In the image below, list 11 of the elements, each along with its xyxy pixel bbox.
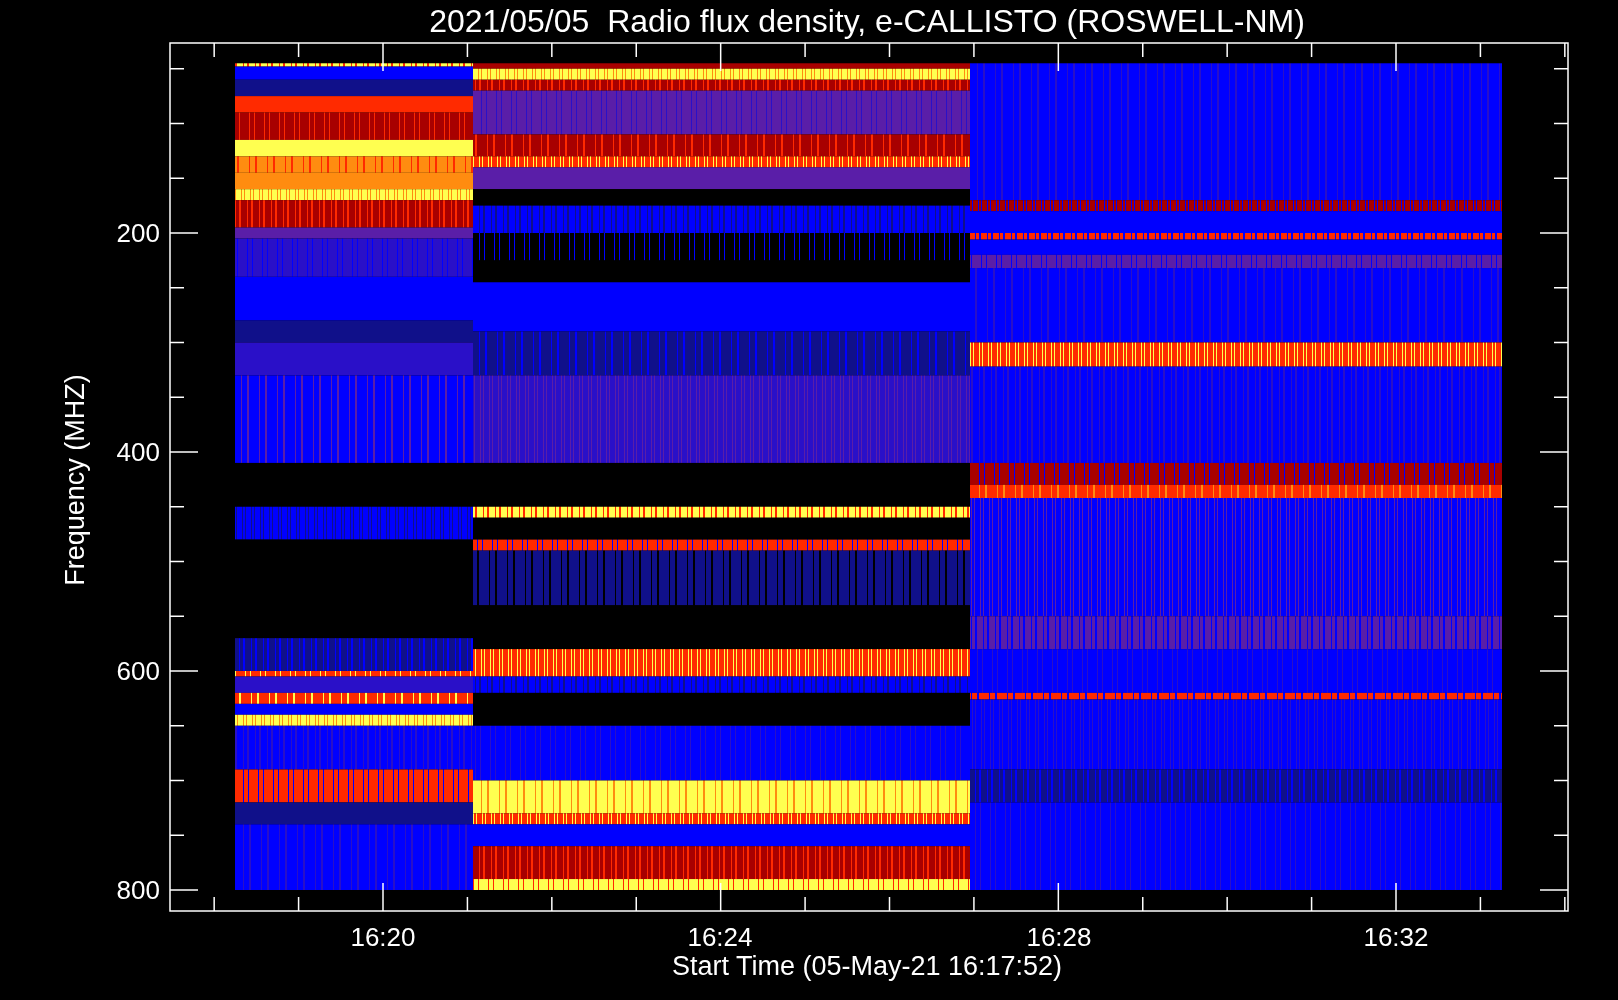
axis-tick-label: 200 bbox=[116, 218, 160, 248]
axis-tick-label: 16:32 bbox=[1363, 922, 1429, 952]
axis-tick-label: 600 bbox=[116, 656, 160, 686]
chart-title: 2021/05/05 Radio flux density, e-CALLISTO (ROSWELL-NM) bbox=[429, 3, 1305, 39]
axis-label: Frequency (MHZ) bbox=[60, 374, 90, 586]
axis-tick-label: 400 bbox=[116, 437, 160, 467]
axis-label: Start Time (05-May-21 16:17:52) bbox=[671, 951, 1063, 981]
axis-tick-label: 16:28 bbox=[1026, 922, 1092, 952]
axis-tick-label: 800 bbox=[116, 875, 160, 905]
axis-tick-label: 16:24 bbox=[687, 922, 753, 952]
axis-tick-label: 16:20 bbox=[350, 922, 416, 952]
